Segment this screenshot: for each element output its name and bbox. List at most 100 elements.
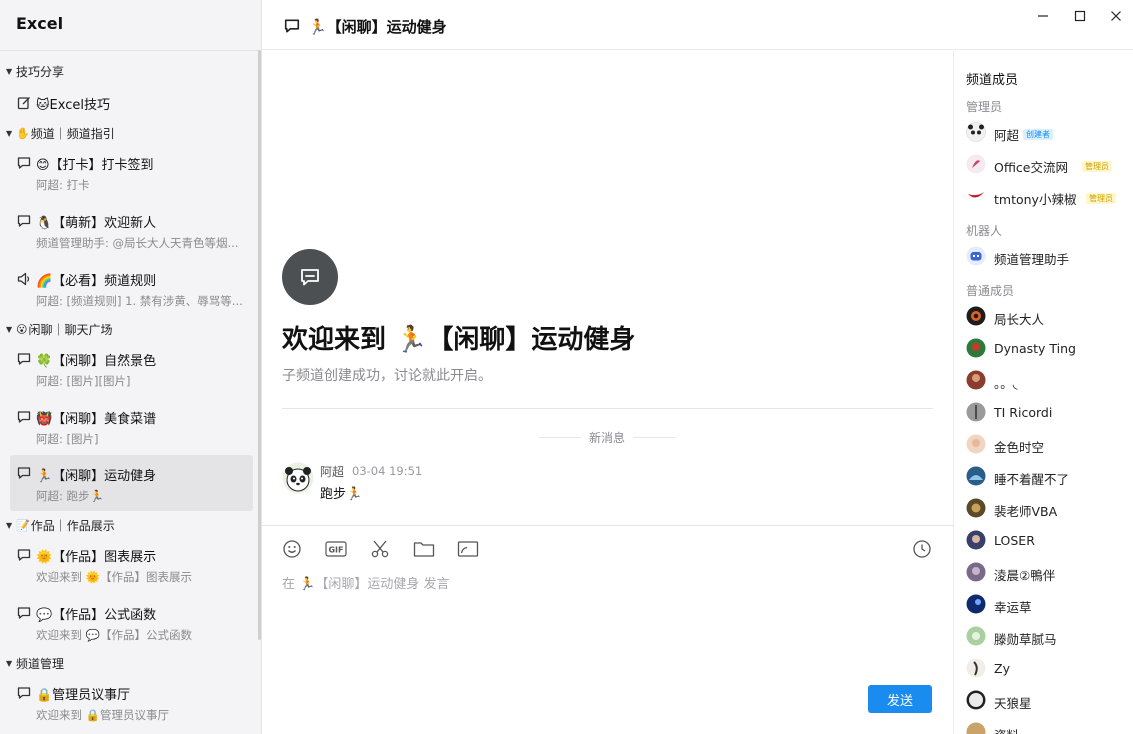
chat-bubble-icon <box>17 215 31 227</box>
avatar <box>966 658 986 678</box>
divider-line <box>633 436 676 438</box>
avatar[interactable] <box>282 462 314 494</box>
maximize-button[interactable] <box>1069 6 1091 26</box>
avatar <box>966 466 986 486</box>
section-channel-admin[interactable]: ▼ 频道管理 <box>6 654 64 672</box>
member-item[interactable]: 淩晨②鴨伴 <box>966 561 1131 585</box>
channel-last-message: 阿超: 跑步🏃 <box>36 489 104 503</box>
chat-bubble-icon <box>17 467 31 479</box>
caret-down-icon: ▼ <box>6 520 13 530</box>
member-name: Zy <box>994 661 1010 676</box>
caret-down-icon: ▼ <box>6 324 13 334</box>
channel-title: 💬【作品】公式函数 <box>36 608 157 623</box>
chat-bubble-icon <box>17 607 31 619</box>
channel-charts[interactable]: 🌞【作品】图表展示 欢迎来到 🌞【作品】图表展示 <box>10 539 253 587</box>
new-messages-label: 新消息 <box>589 430 626 445</box>
screen-share-icon <box>457 541 479 557</box>
channel-newbie[interactable]: 🐧【萌新】欢迎新人 频道管理助手: @局长大人天青色等烟... <box>10 205 253 253</box>
screenshot-button[interactable] <box>369 538 391 560</box>
caret-down-icon: ▼ <box>6 128 13 138</box>
smiley-icon <box>283 540 301 558</box>
message-author[interactable]: 阿超 <box>320 463 344 480</box>
channel-checkin[interactable]: 😊【打卡】打卡签到 阿超: 打卡 <box>10 147 253 195</box>
channel-food[interactable]: 👹【闲聊】美食菜谱 阿超: [图片] <box>10 401 253 449</box>
member-item[interactable]: Dynasty Ting <box>966 337 1131 361</box>
member-item[interactable]: Office交流网 管理员 <box>966 153 1131 177</box>
new-messages-divider: 新消息 <box>539 428 676 446</box>
chat-bubble-icon <box>17 411 31 423</box>
channel-last-message: 阿超: 打卡 <box>36 178 90 192</box>
member-item[interactable]: 裴老师VBA <box>966 497 1131 521</box>
member-item[interactable]: 滕勋草腻马 <box>966 625 1131 649</box>
chat-bubble-icon <box>17 549 31 561</box>
divider-line <box>539 436 581 438</box>
close-button[interactable] <box>1105 6 1127 26</box>
scissors-icon <box>371 540 389 558</box>
edit-doc-icon <box>17 97 30 110</box>
minimize-button[interactable] <box>1032 6 1054 26</box>
avatar <box>966 626 986 646</box>
section-tips[interactable]: ▼ 技巧分享 <box>6 62 64 80</box>
member-item[interactable]: 资料 <box>966 721 1131 734</box>
member-item[interactable]: 睡不着醒不了 <box>966 465 1131 489</box>
avatar <box>966 338 986 358</box>
section-works[interactable]: ▼ 📝 作品｜作品展示 <box>6 516 115 534</box>
channel-list: ▼ 技巧分享 🐱Excel技巧 ▼ ✋ 频道｜频道指引 😊【打卡】打卡签到 阿超… <box>0 50 259 734</box>
section-chat-plaza[interactable]: ▼ 😮 闲聊｜聊天广场 <box>6 320 112 338</box>
send-button[interactable]: 发送 <box>868 685 932 713</box>
member-item[interactable]: tmtony小辣椒 管理员 <box>966 185 1131 209</box>
channel-last-message: 阿超: [频道规则] 1. 禁有涉黄、辱骂等... <box>36 294 243 308</box>
member-item[interactable]: 幸运草 <box>966 593 1131 617</box>
member-item[interactable]: 阿超 创建者 <box>966 121 1131 145</box>
channel-admin-hall[interactable]: 🔒管理员议事厅 欢迎来到 🔒管理员议事厅 <box>10 677 253 725</box>
message-input[interactable]: 在 🏃【闲聊】运动健身 发言 <box>282 573 449 592</box>
member-item[interactable]: LOSER <box>966 529 1131 553</box>
history-button[interactable] <box>911 538 933 560</box>
channel-last-message: 欢迎来到 🔒管理员议事厅 <box>36 708 169 722</box>
section-guide[interactable]: ▼ ✋ 频道｜频道指引 <box>6 124 115 142</box>
channel-scenery[interactable]: 🍀【闲聊】自然景色 阿超: [图片][图片] <box>10 343 253 391</box>
member-name: 淩晨②鴨伴 <box>994 568 1056 583</box>
sidebar-scrollbar[interactable] <box>258 50 261 640</box>
channel-title: 🌈【必看】频道规则 <box>36 274 157 289</box>
role-badge: 管理员 <box>1082 161 1112 172</box>
channel-excel-tips[interactable]: 🐱Excel技巧 <box>10 87 253 115</box>
channel-fitness[interactable]: 🏃【闲聊】运动健身 阿超: 跑步🏃 <box>10 455 253 511</box>
avatar <box>966 530 986 550</box>
member-item[interactable]: 局长大人 <box>966 305 1131 329</box>
avatar <box>966 402 986 422</box>
maximize-icon <box>1074 10 1086 22</box>
folder-button[interactable] <box>413 538 435 560</box>
channel-last-message: 阿超: [图片][图片] <box>36 374 131 388</box>
channel-title: 🌞【作品】图表展示 <box>36 550 157 565</box>
channel-title: 😊【打卡】打卡签到 <box>36 158 154 173</box>
channel-rules[interactable]: 🌈【必看】频道规则 阿超: [频道规则] 1. 禁有涉黄、辱骂等... <box>10 263 253 311</box>
member-name: Dynasty Ting <box>994 341 1076 356</box>
message-composer: GIF 在 🏃【闲聊】运动健身 发言 发送 <box>262 525 953 734</box>
clock-icon <box>913 540 931 558</box>
member-name: 资料 <box>994 725 1019 734</box>
screen-share-button[interactable] <box>457 538 479 560</box>
emoji-button[interactable] <box>281 538 303 560</box>
member-item[interactable]: Zy <box>966 657 1131 681</box>
member-name: 幸运草 <box>994 600 1032 615</box>
member-name: 睡不着醒不了 <box>994 472 1070 487</box>
robot-avatar <box>966 246 986 266</box>
member-item[interactable]: TI Ricordi <box>966 401 1131 425</box>
channel-formulas[interactable]: 💬【作品】公式函数 欢迎来到 💬【作品】公式函数 <box>10 597 253 645</box>
channel-title: 🏃【闲聊】运动健身 <box>308 18 447 36</box>
gif-button[interactable]: GIF <box>324 538 348 560</box>
group-label-members: 普通成员 <box>966 284 1015 298</box>
minimize-icon <box>1038 15 1048 17</box>
member-item[interactable]: 频道管理助手 <box>966 245 1131 269</box>
caret-down-icon: ▼ <box>6 66 13 76</box>
avatar <box>966 122 986 142</box>
member-item[interactable]: 天狼星 <box>966 689 1131 713</box>
group-label-admins: 管理员 <box>966 100 1003 114</box>
channel-sidebar: Excel ▼ 技巧分享 🐱Excel技巧 ▼ ✋ 频道｜频道指引 😊【打卡】打… <box>0 0 262 734</box>
member-item[interactable]: 金色时空 <box>966 433 1131 457</box>
channel-title: 🏃【闲聊】运动健身 <box>36 469 157 484</box>
channel-title: 🐱Excel技巧 <box>36 98 110 113</box>
welcome-subtitle: 子频道创建成功，讨论就此开启。 <box>282 368 492 384</box>
member-item[interactable]: 。。◟ <box>966 369 1131 393</box>
